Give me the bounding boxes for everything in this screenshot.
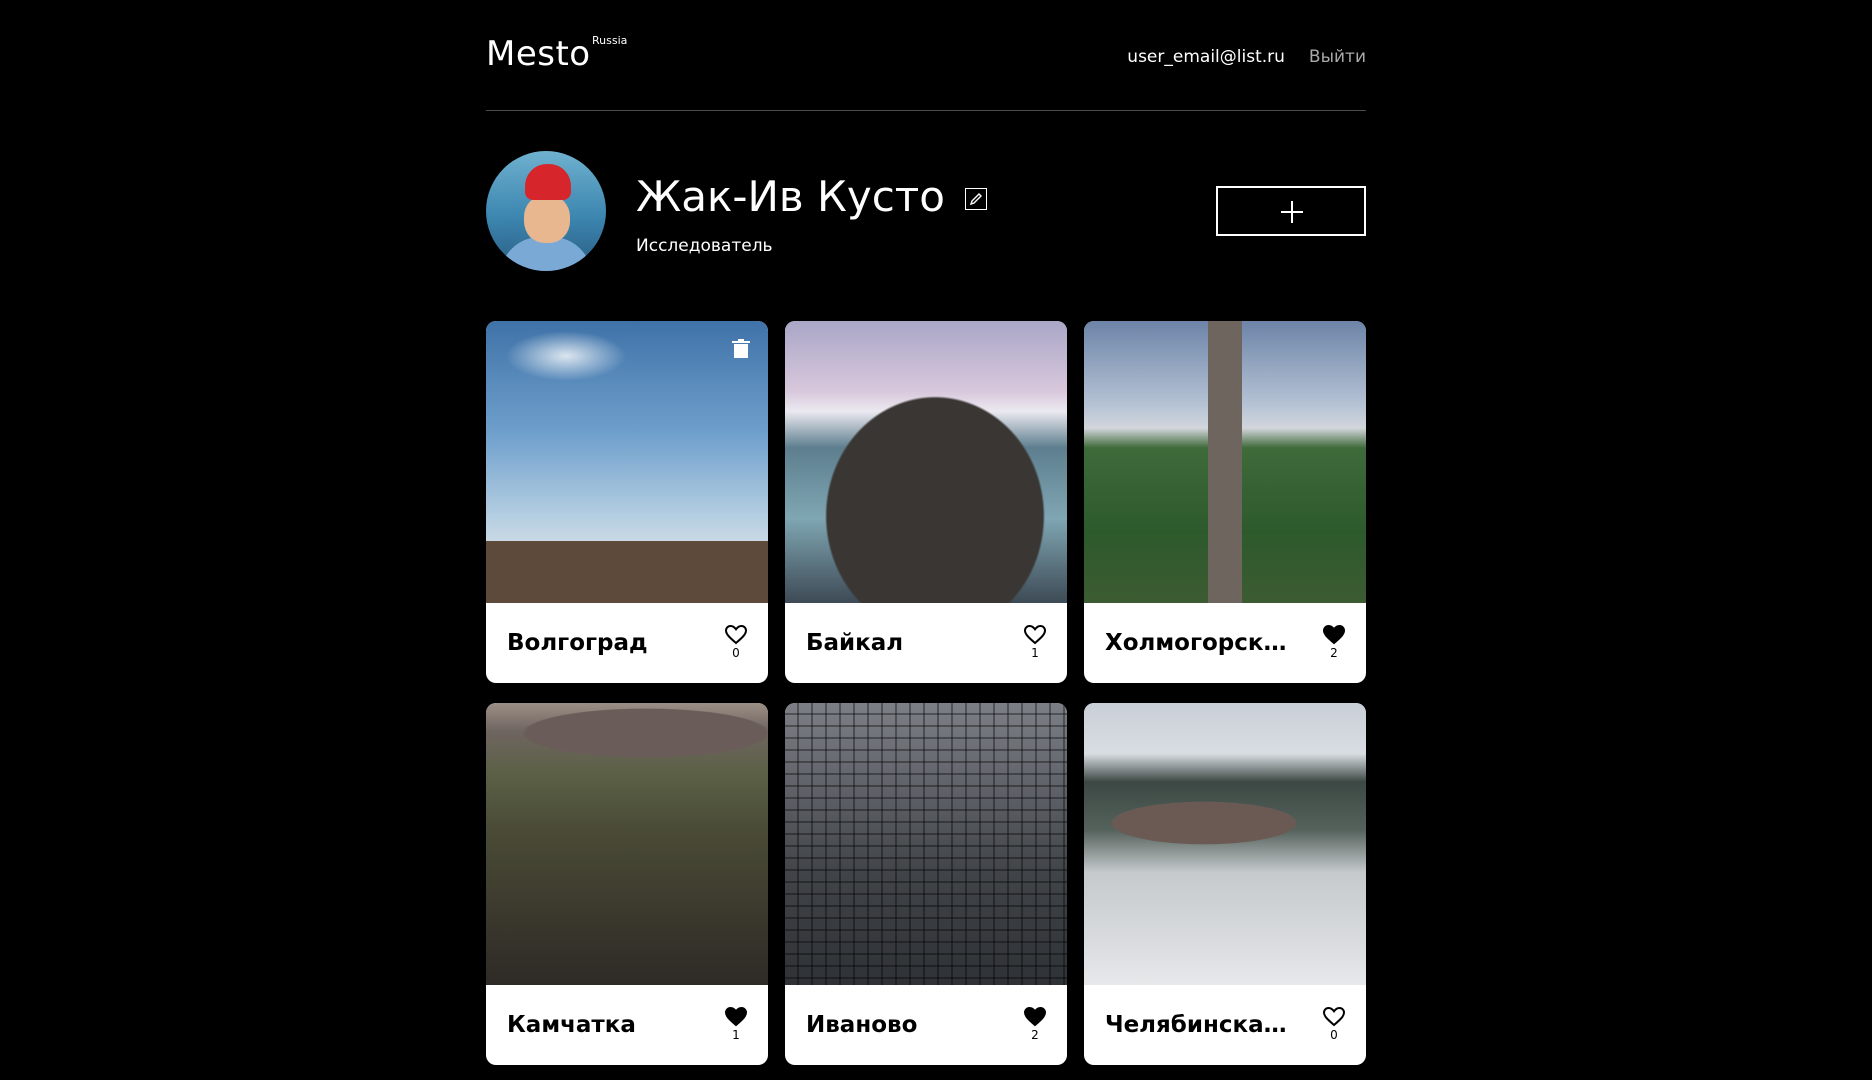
like-count: 2 [1330, 646, 1338, 660]
card: Холмогорский район 2 [1084, 321, 1366, 683]
avatar-hat [525, 164, 571, 200]
user-email: user_email@list.ru [1127, 47, 1285, 67]
profile: Жак-Ив Кусто Исследователь [486, 111, 1366, 321]
card-title: Байкал [806, 630, 904, 656]
like-count: 1 [1031, 646, 1039, 660]
cards-grid: Волгоград 0 Байкал 1 Холмогорский 2 Камч… [486, 321, 1366, 1065]
like-count: 2 [1031, 1028, 1039, 1042]
card: Иваново 2 [785, 703, 1067, 1065]
edit-profile-button[interactable] [964, 188, 987, 210]
card-image[interactable] [486, 321, 768, 603]
heart-icon[interactable] [1323, 625, 1345, 645]
heart-icon[interactable] [725, 625, 747, 645]
card-image[interactable] [1084, 321, 1366, 603]
trash-icon [732, 339, 750, 358]
plus-icon [1281, 201, 1303, 223]
add-card-button[interactable] [1216, 186, 1366, 236]
page: Mesto Russia user_email@list.ru Выйти Жа… [0, 0, 1872, 1080]
like-container: 0 [1320, 1007, 1348, 1042]
card-title: Холмогорский район [1105, 630, 1295, 656]
card: Байкал 1 [785, 321, 1067, 683]
like-count: 1 [732, 1028, 740, 1042]
logout-link[interactable]: Выйти [1309, 46, 1366, 68]
logo[interactable]: Mesto [486, 34, 591, 74]
delete-card-button[interactable] [732, 339, 750, 362]
like-container: 1 [1021, 625, 1049, 660]
card-image[interactable] [1084, 703, 1366, 985]
header-user-area: user_email@list.ru Выйти [1127, 46, 1366, 68]
like-count: 0 [732, 646, 740, 660]
heart-icon[interactable] [1024, 1007, 1046, 1027]
profile-about: Исследователь [636, 236, 773, 256]
card-image[interactable] [785, 321, 1067, 603]
card: Волгоград 0 [486, 321, 768, 683]
heart-icon[interactable] [725, 1007, 747, 1027]
card-title: Волгоград [507, 630, 648, 656]
profile-name-row: Жак-Ив Кусто [636, 173, 987, 221]
avatar-face [524, 195, 570, 243]
heart-icon[interactable] [1024, 625, 1046, 645]
like-count: 0 [1330, 1028, 1338, 1042]
card-image[interactable] [486, 703, 768, 985]
profile-info: Жак-Ив Кусто Исследователь [636, 173, 987, 257]
profile-name: Жак-Ив Кусто [636, 172, 945, 221]
content-container: Mesto Russia user_email@list.ru Выйти Жа… [486, 0, 1366, 1065]
card-title: Иваново [806, 1012, 918, 1038]
like-container: 0 [722, 625, 750, 660]
like-container: 1 [722, 1007, 750, 1042]
pencil-icon [969, 193, 982, 206]
logo-superscript: Russia [592, 34, 628, 47]
card: Камчатка 1 [486, 703, 768, 1065]
card: Челябинская область 0 [1084, 703, 1366, 1065]
card-image[interactable] [785, 703, 1067, 985]
header: Mesto Russia user_email@list.ru Выйти [486, 0, 1366, 111]
heart-icon[interactable] [1323, 1007, 1345, 1027]
avatar[interactable] [486, 151, 606, 271]
like-container: 2 [1320, 625, 1348, 660]
like-container: 2 [1021, 1007, 1049, 1042]
card-title: Камчатка [507, 1012, 636, 1038]
card-title: Челябинская область [1105, 1012, 1295, 1038]
